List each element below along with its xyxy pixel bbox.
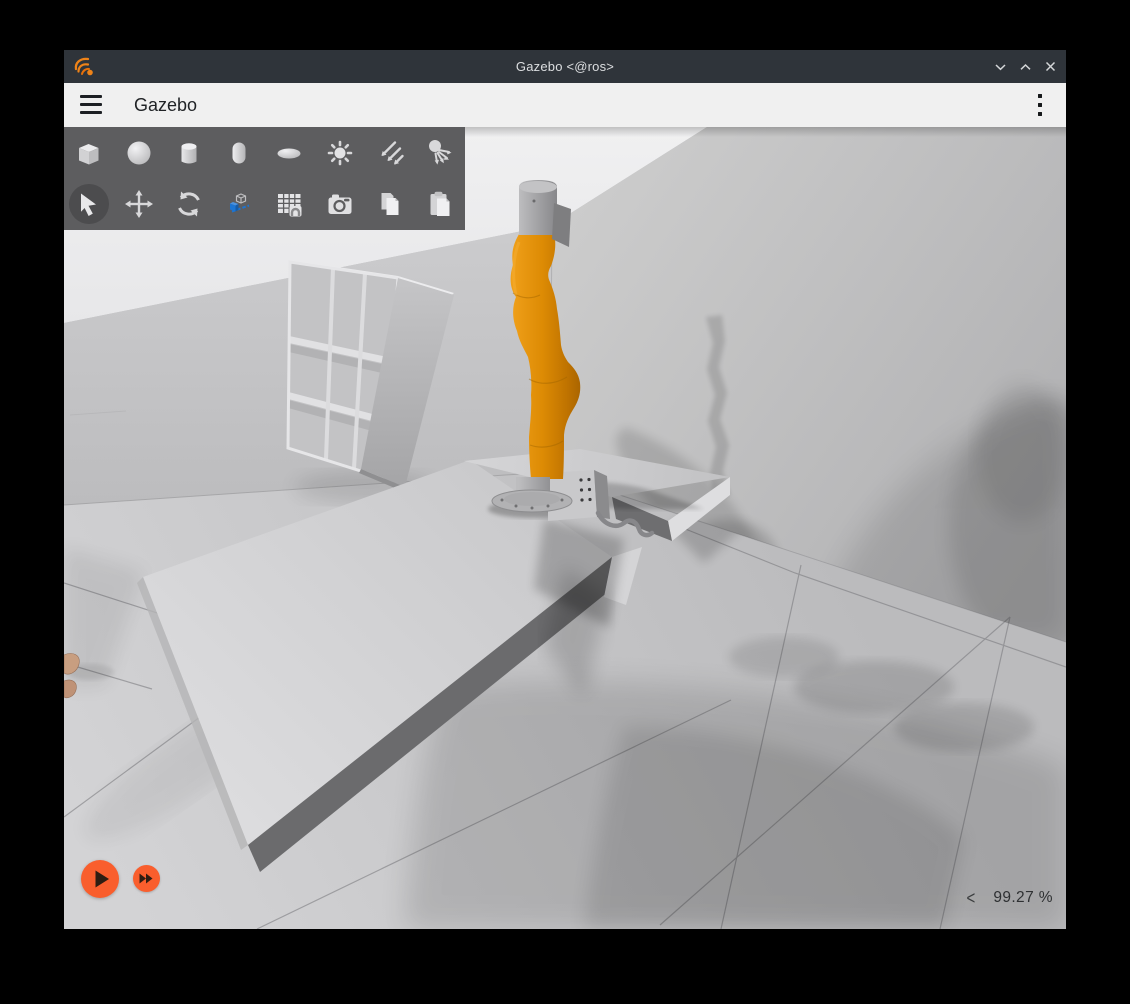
maximize-icon[interactable] (1017, 59, 1033, 75)
sphere-icon[interactable] (114, 127, 164, 179)
translate-icon[interactable] (114, 179, 164, 231)
grid-icon[interactable] (264, 179, 314, 231)
gazebo-flame-icon (73, 55, 97, 78)
play-icon (81, 860, 119, 898)
window-controls (992, 50, 1058, 83)
minimize-icon[interactable] (992, 59, 1008, 75)
app-title: Gazebo (134, 83, 197, 127)
cylinder-icon[interactable] (164, 127, 214, 179)
kebab-menu-icon[interactable] (1034, 94, 1046, 116)
window-title: Gazebo <@ros> (64, 59, 1066, 74)
toolbar-row-shapes (64, 127, 465, 179)
3d-viewport[interactable]: < 99.27 % (64, 127, 1066, 929)
step-forward-button[interactable] (133, 865, 160, 892)
close-icon[interactable] (1042, 59, 1058, 75)
play-button[interactable] (81, 860, 119, 898)
rtf-display: < 99.27 % (967, 889, 1053, 907)
shapes-toolbar (64, 127, 465, 230)
directional-light-icon[interactable] (365, 127, 415, 179)
rotate-icon[interactable] (164, 179, 214, 231)
capsule-icon[interactable] (214, 127, 264, 179)
select-arrow-icon[interactable] (64, 179, 114, 231)
copy-icon[interactable] (365, 179, 415, 231)
scene-render (64, 127, 1066, 929)
hamburger-icon[interactable] (80, 95, 102, 114)
gazebo-window: Gazebo <@ros> Gazebo (64, 50, 1066, 929)
menubar: Gazebo (64, 83, 1066, 127)
spot-light-icon[interactable] (415, 127, 465, 179)
point-light-icon[interactable] (314, 127, 364, 179)
rtf-collapse-chevron[interactable]: < (967, 887, 976, 908)
box-icon[interactable] (64, 127, 114, 179)
ellipsoid-icon[interactable] (264, 127, 314, 179)
paste-icon[interactable] (415, 179, 465, 231)
rtf-value: 99.27 % (993, 889, 1053, 907)
snap-icon[interactable] (214, 179, 264, 231)
screenshot-camera-icon[interactable] (314, 179, 364, 231)
toolbar-row-tools (64, 179, 465, 231)
step-forward-icon (133, 865, 160, 892)
titlebar: Gazebo <@ros> (64, 50, 1066, 83)
